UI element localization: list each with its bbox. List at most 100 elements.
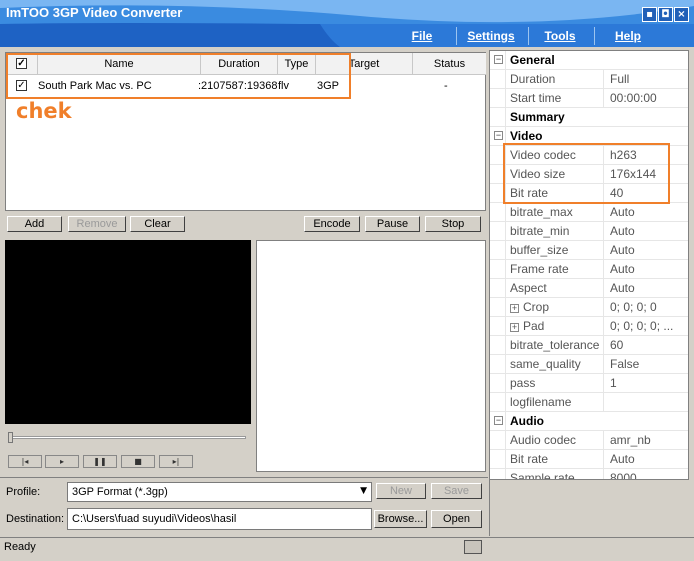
property-name: Bit rate bbox=[510, 450, 604, 469]
clear-button[interactable]: Clear bbox=[130, 216, 185, 232]
column-status[interactable]: Status bbox=[413, 53, 486, 75]
expand-icon[interactable]: + bbox=[510, 323, 519, 332]
skip-back-icon[interactable]: |◂ bbox=[8, 455, 42, 468]
profile-value: 3GP Format (*.3gp) bbox=[72, 486, 168, 498]
divider bbox=[0, 477, 488, 478]
property-name: bitrate_max bbox=[510, 203, 604, 222]
video-player[interactable] bbox=[5, 240, 251, 424]
pause-button[interactable]: Pause bbox=[365, 216, 420, 232]
property-value[interactable]: Auto bbox=[610, 260, 688, 279]
property-value[interactable]: amr_nb bbox=[610, 431, 688, 450]
property-name: same_quality bbox=[510, 355, 604, 374]
property-name: + Pad bbox=[510, 317, 604, 336]
browse-button[interactable]: Browse... bbox=[374, 510, 427, 528]
property-row[interactable]: Frame rate Auto bbox=[490, 260, 688, 279]
expand-icon[interactable]: + bbox=[510, 304, 519, 313]
menu-help[interactable]: Help bbox=[600, 27, 656, 45]
status-bar: Ready bbox=[0, 537, 694, 559]
property-row[interactable]: + Pad 0; 0; 0; 0; ... bbox=[490, 317, 688, 336]
menu-settings[interactable]: Settings bbox=[462, 27, 520, 45]
collapse-icon[interactable]: − bbox=[494, 55, 503, 64]
add-button[interactable]: Add bbox=[7, 216, 62, 232]
row-status: - bbox=[444, 80, 448, 92]
property-row[interactable]: same_quality False bbox=[490, 355, 688, 374]
property-section[interactable]: Summary bbox=[490, 108, 688, 127]
property-row[interactable]: logfilename bbox=[490, 393, 688, 412]
chevron-down-icon[interactable]: ▼ bbox=[360, 486, 367, 496]
open-button[interactable]: Open bbox=[431, 510, 482, 528]
preview-panel bbox=[256, 240, 486, 472]
status-indicator[interactable] bbox=[464, 540, 482, 554]
menu-separator bbox=[456, 27, 457, 45]
property-value[interactable]: Auto bbox=[610, 450, 688, 469]
property-value[interactable]: Auto bbox=[610, 222, 688, 241]
property-name: Start time bbox=[510, 89, 604, 108]
property-name: Sample rate bbox=[510, 469, 604, 479]
property-value[interactable]: False bbox=[610, 355, 688, 374]
property-name: pass bbox=[510, 374, 604, 393]
skip-forward-icon[interactable]: ▸| bbox=[159, 455, 193, 468]
property-group-label: Audio bbox=[510, 414, 544, 428]
property-name: Duration bbox=[510, 70, 604, 89]
property-row[interactable]: buffer_size Auto bbox=[490, 241, 688, 260]
stop-button[interactable]: Stop bbox=[425, 216, 481, 232]
property-row[interactable]: Bit rate Auto bbox=[490, 450, 688, 469]
menu-file[interactable]: File bbox=[396, 27, 448, 45]
menu-separator bbox=[594, 27, 595, 45]
property-value[interactable]: 8000 bbox=[610, 469, 688, 479]
property-row[interactable]: bitrate_min Auto bbox=[490, 222, 688, 241]
stop-icon[interactable]: ■ bbox=[121, 455, 155, 468]
property-row[interactable]: bitrate_tolerance 60 bbox=[490, 336, 688, 355]
property-value[interactable]: Full bbox=[610, 70, 688, 89]
property-group[interactable]: − General bbox=[490, 51, 688, 70]
properties-panel[interactable]: − General Duration Full Start time 00:00:00 Su… bbox=[489, 50, 689, 480]
property-row[interactable]: + Crop 0; 0; 0; 0 bbox=[490, 298, 688, 317]
profile-select[interactable]: 3GP Format (*.3gp) ▼ bbox=[67, 482, 372, 502]
new-profile-button[interactable]: New bbox=[376, 483, 426, 499]
property-name: logfilename bbox=[510, 393, 604, 412]
property-row[interactable]: Duration Full bbox=[490, 70, 688, 89]
destination-input[interactable]: C:\Users\fuad suyudi\Videos\hasil bbox=[67, 508, 372, 530]
title-bar: ImTOO 3GP Video Converter ▪ ◘ × File Set… bbox=[0, 0, 694, 47]
pause-icon[interactable]: ❚❚ bbox=[83, 455, 117, 468]
property-row[interactable]: Sample rate 8000 bbox=[490, 469, 688, 479]
property-value[interactable]: 1 bbox=[610, 374, 688, 393]
remove-button[interactable]: Remove bbox=[68, 216, 126, 232]
property-value[interactable] bbox=[610, 393, 688, 412]
status-text: Ready bbox=[4, 541, 36, 553]
seek-bar[interactable] bbox=[8, 436, 246, 439]
collapse-icon[interactable]: − bbox=[494, 131, 503, 140]
property-value[interactable]: 00:00:00 bbox=[610, 89, 688, 108]
property-value[interactable]: Auto bbox=[610, 203, 688, 222]
property-value[interactable]: 0; 0; 0; 0; ... bbox=[610, 317, 688, 336]
collapse-icon[interactable]: − bbox=[494, 416, 503, 425]
encode-button[interactable]: Encode bbox=[304, 216, 360, 232]
highlight-box-video bbox=[503, 143, 670, 204]
property-value[interactable]: Auto bbox=[610, 241, 688, 260]
property-row[interactable]: Start time 00:00:00 bbox=[490, 89, 688, 108]
restore-button[interactable]: ◘ bbox=[658, 7, 673, 22]
destination-value: C:\Users\fuad suyudi\Videos\hasil bbox=[72, 513, 237, 525]
property-name: Frame rate bbox=[510, 260, 604, 279]
property-name: bitrate_tolerance bbox=[510, 336, 604, 355]
property-row[interactable]: Aspect Auto bbox=[490, 279, 688, 298]
play-icon[interactable]: ▸ bbox=[45, 455, 79, 468]
property-value[interactable]: 0; 0; 0; 0 bbox=[610, 298, 688, 317]
property-name: Aspect bbox=[510, 279, 604, 298]
property-row[interactable]: pass 1 bbox=[490, 374, 688, 393]
property-value[interactable]: Auto bbox=[610, 279, 688, 298]
seek-handle[interactable] bbox=[8, 432, 13, 443]
destination-label: Destination: bbox=[6, 513, 65, 525]
menu-separator bbox=[528, 27, 529, 45]
property-group[interactable]: − Audio bbox=[490, 412, 688, 431]
property-group-label: General bbox=[510, 53, 555, 67]
property-name-text: Pad bbox=[523, 319, 545, 333]
property-row[interactable]: Audio codec amr_nb bbox=[490, 431, 688, 450]
property-name: buffer_size bbox=[510, 241, 604, 260]
minimize-button[interactable]: ▪ bbox=[642, 7, 657, 22]
menu-tools[interactable]: Tools bbox=[534, 27, 586, 45]
property-row[interactable]: bitrate_max Auto bbox=[490, 203, 688, 222]
property-value[interactable]: 60 bbox=[610, 336, 688, 355]
close-button[interactable]: × bbox=[674, 7, 689, 22]
save-profile-button[interactable]: Save bbox=[431, 483, 482, 499]
